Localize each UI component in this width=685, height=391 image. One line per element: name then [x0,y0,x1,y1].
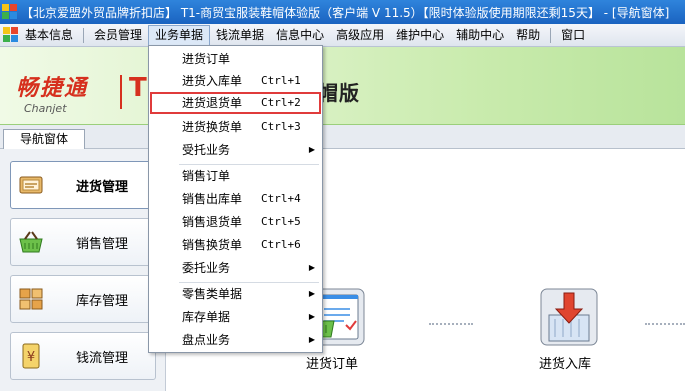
logo-divider [120,75,122,109]
svg-text:¥: ¥ [27,350,35,365]
menu-item-label: 零售类单据 [182,287,243,301]
sidebar-item-inventory[interactable]: 库存管理 [10,275,156,323]
menu-item-sales-order[interactable]: 销售订单 [150,165,321,187]
menu-item-label: 进货退货单 [182,96,243,110]
menu-item-label: 销售出库单 [182,192,243,206]
menu-item-label: 进货入库单 [182,74,243,88]
submenu-arrow-icon: ▶ [308,263,315,272]
submenu-arrow-icon: ▶ [308,312,315,321]
submenu-arrow-icon: ▶ [308,145,315,154]
money-icon: ¥ [17,342,45,370]
menu-item-retail-docs[interactable]: 零售类单据 ▶ [150,283,321,305]
flow-label-purchase-order: 进货订单 [306,357,359,372]
module-sidebar: 进货管理 销售管理 库存管理 ¥ 钱流管理 [0,149,166,391]
menu-window[interactable]: 窗口 [555,25,591,46]
menu-item-shortcut: Ctrl+4 [261,192,301,205]
menu-item-shortcut: Ctrl+5 [261,215,301,228]
flow-connector [429,323,473,325]
sidebar-item-sales[interactable]: 销售管理 [10,218,156,266]
menu-item-shortcut: Ctrl+1 [261,74,301,87]
menu-item-shortcut: Ctrl+2 [261,96,301,109]
sidebar-item-label: 进货管理 [76,179,129,195]
flow-label-stock-in: 进货入库 [539,357,592,372]
menu-item-label: 销售订单 [182,169,231,183]
menu-separator [83,27,85,43]
menu-item-label: 委托业务 [182,261,231,275]
menu-item-shortcut: Ctrl+6 [261,238,301,251]
basket-icon [17,228,45,256]
purchase-icon [17,171,45,199]
menu-advanced[interactable]: 高级应用 [330,25,390,46]
menu-help[interactable]: 帮助 [510,25,546,46]
menu-info-center[interactable]: 信息中心 [270,25,330,46]
menu-item-label: 盘点业务 [182,333,231,347]
menu-basic-info[interactable]: 基本信息 [19,25,79,46]
brand-logo-cn: 畅捷通 [16,76,89,101]
stock-in-icon [540,288,598,346]
menu-item-purchase-stock-in[interactable]: 进货入库单 Ctrl+1 [150,70,321,92]
sidebar-item-label: 销售管理 [76,236,129,252]
menu-item-label: 库存单据 [182,310,231,324]
app-icon [2,4,18,20]
sidebar-item-cashflow[interactable]: ¥ 钱流管理 [10,332,156,380]
business-docs-dropdown: 进货订单 进货入库单 Ctrl+1 进货退货单 Ctrl+2 进货换货单 Ctr… [148,45,323,353]
window-title: 【北京爱盟外贸品牌折扣店】 T1-商贸宝服装鞋帽体验版（客户端 V 11.5）【… [21,5,670,20]
menu-item-consign-business[interactable]: 委托业务 ▶ [150,257,321,279]
menu-item-label: 销售换货单 [182,238,243,252]
menu-item-sales-stock-out[interactable]: 销售出库单 Ctrl+4 [150,188,321,210]
menu-item-label: 进货换货单 [182,120,243,134]
title-bar: 【北京爱盟外贸品牌折扣店】 T1-商贸宝服装鞋帽体验版（客户端 V 11.5）【… [0,0,685,24]
sidebar-item-purchase[interactable]: 进货管理 [10,161,156,209]
menu-item-purchase-return[interactable]: 进货退货单 Ctrl+2 [150,92,321,114]
product-banner: 畅捷通 Chanjet T 帽版 [0,47,685,125]
system-menu-icon[interactable] [3,27,19,43]
menu-item-label: 受托业务 [182,143,231,157]
sidebar-item-label: 钱流管理 [76,350,129,366]
menu-separator [550,27,552,43]
menu-business-docs[interactable]: 业务单据 [148,24,211,46]
flow-connector [645,323,685,325]
warehouse-icon [17,285,45,313]
menu-member[interactable]: 会员管理 [88,25,148,46]
menu-item-sales-return[interactable]: 销售退货单 Ctrl+5 [150,211,321,233]
tab-navigation-window[interactable]: 导航窗体 [3,129,85,149]
brand-logo-en: Chanjet [24,102,67,115]
menu-item-shortcut: Ctrl+3 [261,120,301,133]
sidebar-item-label: 库存管理 [76,293,129,309]
menu-bar: 基本信息 会员管理 业务单据 钱流单据 信息中心 高级应用 维护中心 辅助中心 … [0,24,685,47]
menu-item-stocktake[interactable]: 盘点业务 ▶ [150,329,321,351]
menu-item-label: 进货订单 [182,52,231,66]
document-tab-strip: 导航窗体 [0,125,685,149]
menu-cash-docs[interactable]: 钱流单据 [210,25,270,46]
product-logo-t: T [129,73,147,103]
menu-item-purchase-exchange[interactable]: 进货换货单 Ctrl+3 [150,116,321,138]
menu-maintenance[interactable]: 维护中心 [390,25,450,46]
flow-node-stock-in[interactable] [537,285,601,349]
menu-item-consigned-business[interactable]: 受托业务 ▶ [150,139,321,161]
submenu-arrow-icon: ▶ [308,289,315,298]
menu-item-label: 销售退货单 [182,215,243,229]
banner-edition-text: 帽版 [318,81,360,105]
menu-item-inventory-docs[interactable]: 库存单据 ▶ [150,306,321,328]
menu-assist[interactable]: 辅助中心 [450,25,510,46]
submenu-arrow-icon: ▶ [308,335,315,344]
menu-item-purchase-order[interactable]: 进货订单 [150,48,321,70]
menu-item-sales-exchange[interactable]: 销售换货单 Ctrl+6 [150,234,321,256]
